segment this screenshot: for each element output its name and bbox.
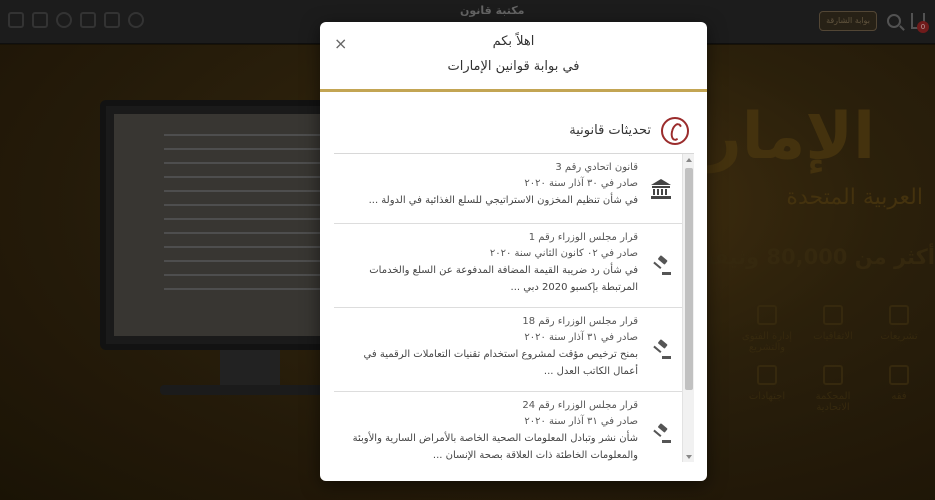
gavel-icon [653,423,671,443]
item-date: صادر في ٣١ آذار سنة ٢٠٢٠ [524,332,638,343]
modal-title: اهلاً بكم [492,34,535,49]
section-title: تحديثات قانونية [569,123,651,138]
item-title: قرار مجلس الوزراء رقم 24 [522,400,638,411]
modal-header: × اهلاً بكم في بوابة قوانين الإمارات [320,22,707,92]
list-scrollbar[interactable] [682,154,694,462]
updates-list: قانون اتحادي رقم 3 صادر في ٣٠ آذار سنة ٢… [334,154,682,462]
item-date: صادر في ٠٢ كانون الثاني سنة ٢٠٢٠ [489,248,638,259]
scroll-down-icon[interactable] [686,455,692,459]
gavel-icon [653,255,671,275]
bank-icon [651,178,671,199]
item-description: بمنح ترخيص مؤقت لمشروع استخدام تقنيات ال… [363,349,638,377]
item-date: صادر في ٣١ آذار سنة ٢٠٢٠ [524,416,638,427]
list-item[interactable]: قرار مجلس الوزراء رقم 18 صادر في ٣١ آذار… [334,308,682,392]
updates-list-container[interactable]: قانون اتحادي رقم 3 صادر في ٣٠ آذار سنة ٢… [334,153,694,462]
item-title: قرار مجلس الوزراء رقم 18 [522,316,638,327]
list-item[interactable]: قرار مجلس الوزراء رقم 1 صادر في ٠٢ كانون… [334,224,682,308]
brand-logo-icon [661,117,689,145]
welcome-modal: × اهلاً بكم في بوابة قوانين الإمارات تحد… [320,22,707,481]
item-description: في شأن رد ضريبة القيمة المضافة المدفوعة … [369,265,638,293]
item-title: قانون اتحادي رقم 3 [555,162,638,173]
gavel-icon [653,339,671,359]
legal-updates-header: تحديثات قانونية [320,117,707,147]
modal-subtitle: في بوابة قوانين الإمارات [447,59,580,74]
item-description: في شأن تنظيم المخزون الاستراتيجي للسلع ا… [368,195,638,206]
item-title: قرار مجلس الوزراء رقم 1 [528,232,638,243]
scroll-up-icon[interactable] [686,158,692,162]
scroll-thumb[interactable] [685,168,693,390]
item-date: صادر في ٣٠ آذار سنة ٢٠٢٠ [524,178,638,189]
list-item[interactable]: قانون اتحادي رقم 3 صادر في ٣٠ آذار سنة ٢… [334,154,682,224]
item-description: شأن نشر وتبادل المعلومات الصحية الخاصة ب… [352,433,638,461]
list-item[interactable]: قرار مجلس الوزراء رقم 24 صادر في ٣١ آذار… [334,392,682,462]
